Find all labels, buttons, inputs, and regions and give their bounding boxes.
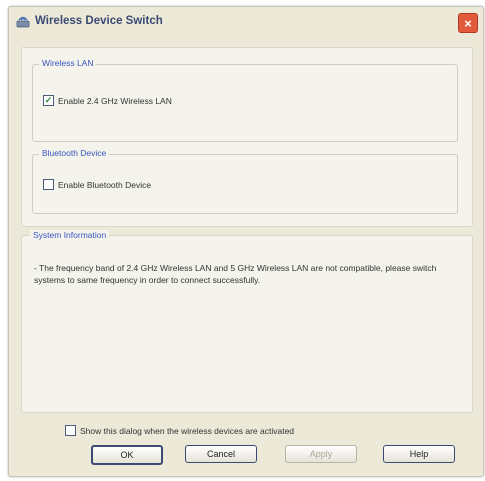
ok-button[interactable]: OK [91, 445, 163, 465]
title-bar: Wireless Device Switch × [9, 7, 483, 37]
wireless-lan-group: Wireless LAN ✓ Enable 2.4 GHz Wireless L… [32, 58, 458, 142]
cancel-button[interactable]: Cancel [185, 445, 257, 463]
show-dialog-checkbox-row[interactable]: Show this dialog when the wireless devic… [65, 425, 294, 436]
show-dialog-checkbox-label: Show this dialog when the wireless devic… [80, 425, 295, 436]
apply-button[interactable]: Apply [285, 445, 357, 463]
system-information-text: - The frequency band of 2.4 GHz Wireless… [34, 263, 437, 285]
system-information-legend: System Information [30, 230, 110, 240]
close-button[interactable]: × [458, 13, 478, 33]
system-information-panel: System Information - The frequency band … [21, 230, 473, 413]
checkmark-icon: ✓ [44, 95, 53, 105]
wireless-lan-checkbox[interactable]: ✓ [43, 95, 54, 106]
devices-panel: Wireless LAN ✓ Enable 2.4 GHz Wireless L… [21, 47, 473, 227]
close-icon: × [464, 15, 472, 31]
bluetooth-checkbox-row[interactable]: Enable Bluetooth Device [43, 179, 151, 190]
wireless-device-switch-dialog: Wireless Device Switch × Wireless LAN ✓ … [8, 6, 484, 477]
help-button[interactable]: Help [383, 445, 455, 463]
wireless-lan-legend: Wireless LAN [39, 58, 97, 68]
wireless-app-icon [16, 16, 30, 28]
bluetooth-checkbox-label: Enable Bluetooth Device [58, 179, 152, 190]
bluetooth-legend: Bluetooth Device [39, 148, 110, 158]
wireless-lan-checkbox-label: Enable 2.4 GHz Wireless LAN [58, 95, 172, 106]
show-dialog-checkbox[interactable] [65, 425, 76, 436]
bluetooth-group: Bluetooth Device Enable Bluetooth Device [32, 148, 458, 214]
bluetooth-checkbox[interactable] [43, 179, 54, 190]
wireless-lan-checkbox-row[interactable]: ✓ Enable 2.4 GHz Wireless LAN [43, 95, 172, 106]
window-title: Wireless Device Switch [35, 15, 163, 27]
